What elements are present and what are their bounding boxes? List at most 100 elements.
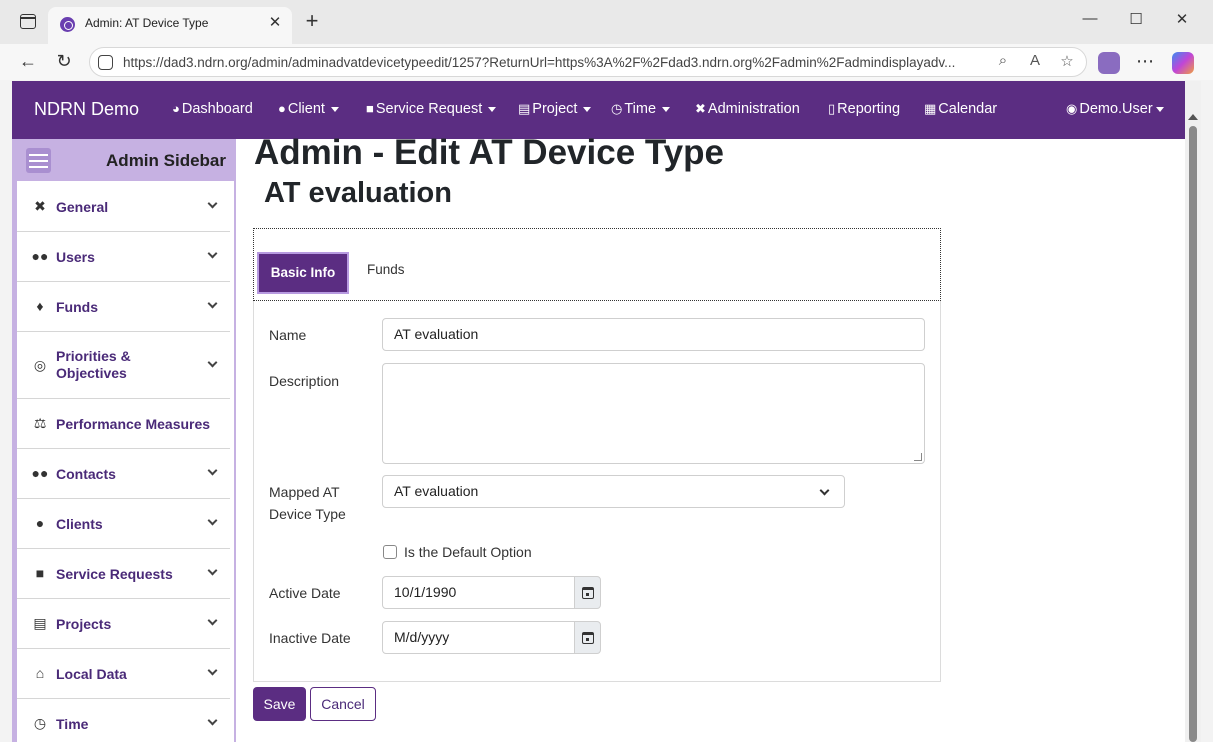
url-text[interactable]: https://dad3.ndrn.org/admin/adminadvatde… [123, 55, 983, 70]
nav-dashboard[interactable]: ◕ Dashboard [172, 101, 253, 117]
sidebar-item-time[interactable]: ◷ Time [17, 699, 230, 742]
sidebar-menu: ✖ General ●● Users ♦ Funds ◎ Priorities … [17, 181, 234, 742]
target-icon: ◎ [33, 357, 47, 373]
inactive-date-input[interactable]: M/d/yyyy [382, 621, 575, 654]
back-icon[interactable]: ← [17, 51, 39, 71]
chevron-down-icon [819, 485, 830, 496]
site-info-icon[interactable] [98, 55, 113, 70]
cancel-button[interactable]: Cancel [310, 687, 376, 721]
chevron-down-icon [207, 515, 218, 526]
favorite-star-icon[interactable]: ☆ [1057, 52, 1077, 70]
chevron-down-icon [207, 248, 218, 259]
page-scrollbar[interactable] [1185, 81, 1201, 742]
window-close-icon[interactable]: ✕ [1172, 10, 1192, 28]
brand-link[interactable]: NDRN Demo [34, 99, 139, 120]
clipboard-icon: ▤ [33, 615, 47, 631]
name-input[interactable]: AT evaluation [382, 318, 925, 351]
chevron-down-icon [207, 665, 218, 676]
sidebar-item-contacts[interactable]: ●● Contacts [17, 449, 230, 499]
nav-reporting[interactable]: ▯ Reporting [828, 101, 900, 117]
mapped-at-device-type-select[interactable]: AT evaluation [382, 475, 845, 508]
scroll-up-icon[interactable] [1188, 114, 1198, 120]
house-icon: ⌂ [35, 665, 45, 681]
nav-calendar[interactable]: ▦ Calendar [924, 101, 997, 117]
dashboard-icon: ◕ [172, 101, 180, 116]
chevron-down-icon [207, 198, 218, 209]
hamburger-menu-icon[interactable] [26, 148, 51, 173]
sidebar-item-funds[interactable]: ♦ Funds [17, 282, 230, 332]
record-subtitle: AT evaluation [264, 177, 452, 209]
user-circle-icon: ◉ [1066, 101, 1078, 116]
sidebar-item-clients[interactable]: ● Clients [17, 499, 230, 549]
name-label: Name [269, 327, 307, 343]
more-options-icon[interactable]: ⋯ [1134, 51, 1156, 71]
minimize-icon[interactable]: — [1080, 10, 1100, 27]
nav-client[interactable]: ● Client [278, 101, 339, 117]
new-tab-button[interactable]: + [300, 9, 324, 33]
sidebar-item-general[interactable]: ✖ General [17, 181, 230, 232]
users-icon: ●● [31, 248, 49, 264]
maximize-icon[interactable]: ☐ [1126, 10, 1146, 28]
profile-avatar[interactable] [1098, 52, 1120, 74]
admin-sidebar: Admin Sidebar ✖ General ●● Users ♦ Funds… [12, 139, 236, 742]
chevron-down-icon [1155, 106, 1164, 112]
calendar-icon [582, 632, 594, 644]
copilot-icon[interactable] [1172, 52, 1194, 74]
tools-icon: ✖ [34, 198, 46, 214]
money-bag-icon: ♦ [36, 298, 44, 314]
user-icon: ● [278, 101, 286, 116]
default-option-label: Is the Default Option [404, 544, 532, 560]
sidebar-item-projects[interactable]: ▤ Projects [17, 599, 230, 649]
active-date-input[interactable]: 10/1/1990 [382, 576, 575, 609]
zoom-icon[interactable]: ⌕ [993, 52, 1013, 69]
site-favicon-icon [60, 17, 75, 32]
browser-tab[interactable]: Admin: AT Device Type ✕ [48, 7, 292, 44]
clock-icon: ◷ [611, 101, 623, 116]
briefcase-icon: ■ [35, 565, 45, 581]
chevron-down-icon [207, 715, 218, 726]
description-textarea[interactable] [382, 363, 925, 464]
chevron-down-icon [207, 465, 218, 476]
nav-project[interactable]: ▤ Project [518, 101, 592, 117]
user-menu[interactable]: ◉ Demo.User [1066, 101, 1164, 117]
active-date-calendar-button[interactable] [574, 576, 601, 609]
sidebar-header: Admin Sidebar [12, 139, 236, 181]
sidebar-item-service-requests[interactable]: ■ Service Requests [17, 549, 230, 599]
clock-icon: ◷ [33, 715, 47, 731]
tab-basic-info[interactable]: Basic Info [257, 252, 349, 294]
resize-grip-icon[interactable] [914, 453, 922, 461]
sidebar-item-priorities-objectives[interactable]: ◎ Priorities & Objectives [17, 332, 230, 399]
chevron-down-icon [330, 106, 339, 112]
read-aloud-icon[interactable]: A [1025, 52, 1045, 69]
inactive-date-calendar-button[interactable] [574, 621, 601, 654]
default-option-checkbox[interactable] [383, 545, 397, 559]
mapped-at-device-type-label: Mapped AT Device Type [269, 484, 346, 522]
briefcase-icon: ■ [366, 101, 374, 116]
tab-funds[interactable]: Funds [367, 262, 405, 277]
nav-service-request[interactable]: ■ Service Request [366, 101, 497, 117]
sidebar-item-users[interactable]: ●● Users [17, 232, 230, 282]
url-bar[interactable]: https://dad3.ndrn.org/admin/adminadvatde… [89, 47, 1087, 77]
file-icon: ▯ [828, 101, 836, 116]
chevron-down-icon [207, 565, 218, 576]
sidebar-title: Admin Sidebar [106, 151, 226, 170]
inactive-date-label: Inactive Date [269, 630, 351, 646]
tab-bar: Basic Info Funds [253, 228, 941, 301]
chevron-down-icon [207, 615, 218, 626]
chevron-down-icon [488, 106, 497, 112]
nav-time[interactable]: ◷ Time [611, 101, 671, 117]
tab-close-icon[interactable]: ✕ [266, 13, 284, 31]
sidebar-item-local-data[interactable]: ⌂ Local Data [17, 649, 230, 699]
tools-icon: ✖ [695, 101, 706, 116]
nav-administration[interactable]: ✖ Administration [695, 101, 800, 117]
chevron-down-icon [207, 298, 218, 309]
scrollbar-thumb[interactable] [1189, 126, 1197, 742]
window-menu-icon[interactable] [20, 14, 36, 29]
page-title: Admin - Edit AT Device Type [254, 133, 724, 172]
refresh-icon[interactable]: ↻ [53, 51, 75, 71]
sidebar-item-performance-measures[interactable]: ⚖ Performance Measures [17, 399, 230, 449]
save-button[interactable]: Save [253, 687, 306, 721]
user-icon: ● [35, 515, 45, 531]
active-date-label: Active Date [269, 585, 341, 601]
scale-icon: ⚖ [33, 415, 47, 431]
